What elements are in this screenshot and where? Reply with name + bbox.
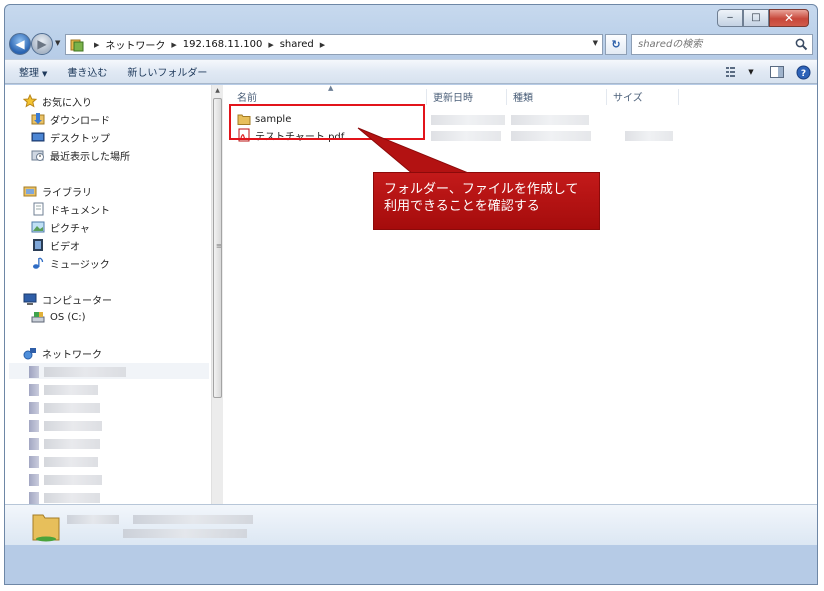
callout-pointer (357, 127, 468, 191)
callout-box: フォルダー、ファイルを作成して 利用できることを確認する (373, 172, 600, 230)
callout-line-1: フォルダー、ファイルを作成して (384, 182, 579, 197)
callout-line-2: 利用できることを確認する (384, 199, 540, 214)
